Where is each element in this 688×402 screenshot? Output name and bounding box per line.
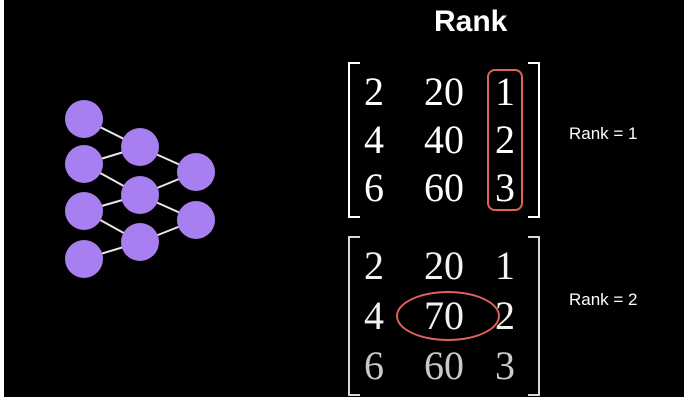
network-node xyxy=(65,192,103,230)
matrix-cell: 3 xyxy=(495,343,515,388)
matrix-cell: 20 xyxy=(424,69,464,114)
network-node xyxy=(121,128,159,166)
value-highlight-oval xyxy=(396,291,500,341)
matrix-cell: 60 xyxy=(424,165,464,210)
matrix-cell: 2 xyxy=(364,69,384,114)
neural-network-icon xyxy=(65,100,215,278)
network-node xyxy=(177,153,215,191)
matrix-cell: 20 xyxy=(424,243,464,288)
network-node xyxy=(121,176,159,214)
right-bracket xyxy=(528,62,540,218)
network-node xyxy=(121,223,159,261)
matrix-cell: 60 xyxy=(424,343,464,388)
matrix-cell: 1 xyxy=(495,243,515,288)
matrix-cell: 6 xyxy=(364,343,384,388)
network-node xyxy=(177,201,215,239)
matrix-rank-1: 2 20 1 4 40 2 6 60 3 xyxy=(344,62,544,218)
right-bracket xyxy=(528,236,540,396)
slide: Rank 2 20 1 4 40 2 6 60 3 Rank = 1 2 20 … xyxy=(4,0,684,397)
rank-label: Rank = 2 xyxy=(569,290,638,309)
network-node xyxy=(65,100,103,138)
matrix-cell: 4 xyxy=(364,117,384,162)
network-node xyxy=(65,145,103,183)
matrix-cell: 4 xyxy=(364,293,384,338)
column-highlight-box xyxy=(487,69,523,211)
matrix-cell: 2 xyxy=(364,243,384,288)
matrix-cell: 6 xyxy=(364,165,384,210)
network-node xyxy=(65,240,103,278)
slide-title: Rank xyxy=(434,5,508,38)
rank-label: Rank = 1 xyxy=(569,124,638,143)
matrix-cell: 40 xyxy=(424,117,464,162)
matrix-rank-2: 2 20 1 4 70 2 6 60 3 xyxy=(344,236,544,396)
